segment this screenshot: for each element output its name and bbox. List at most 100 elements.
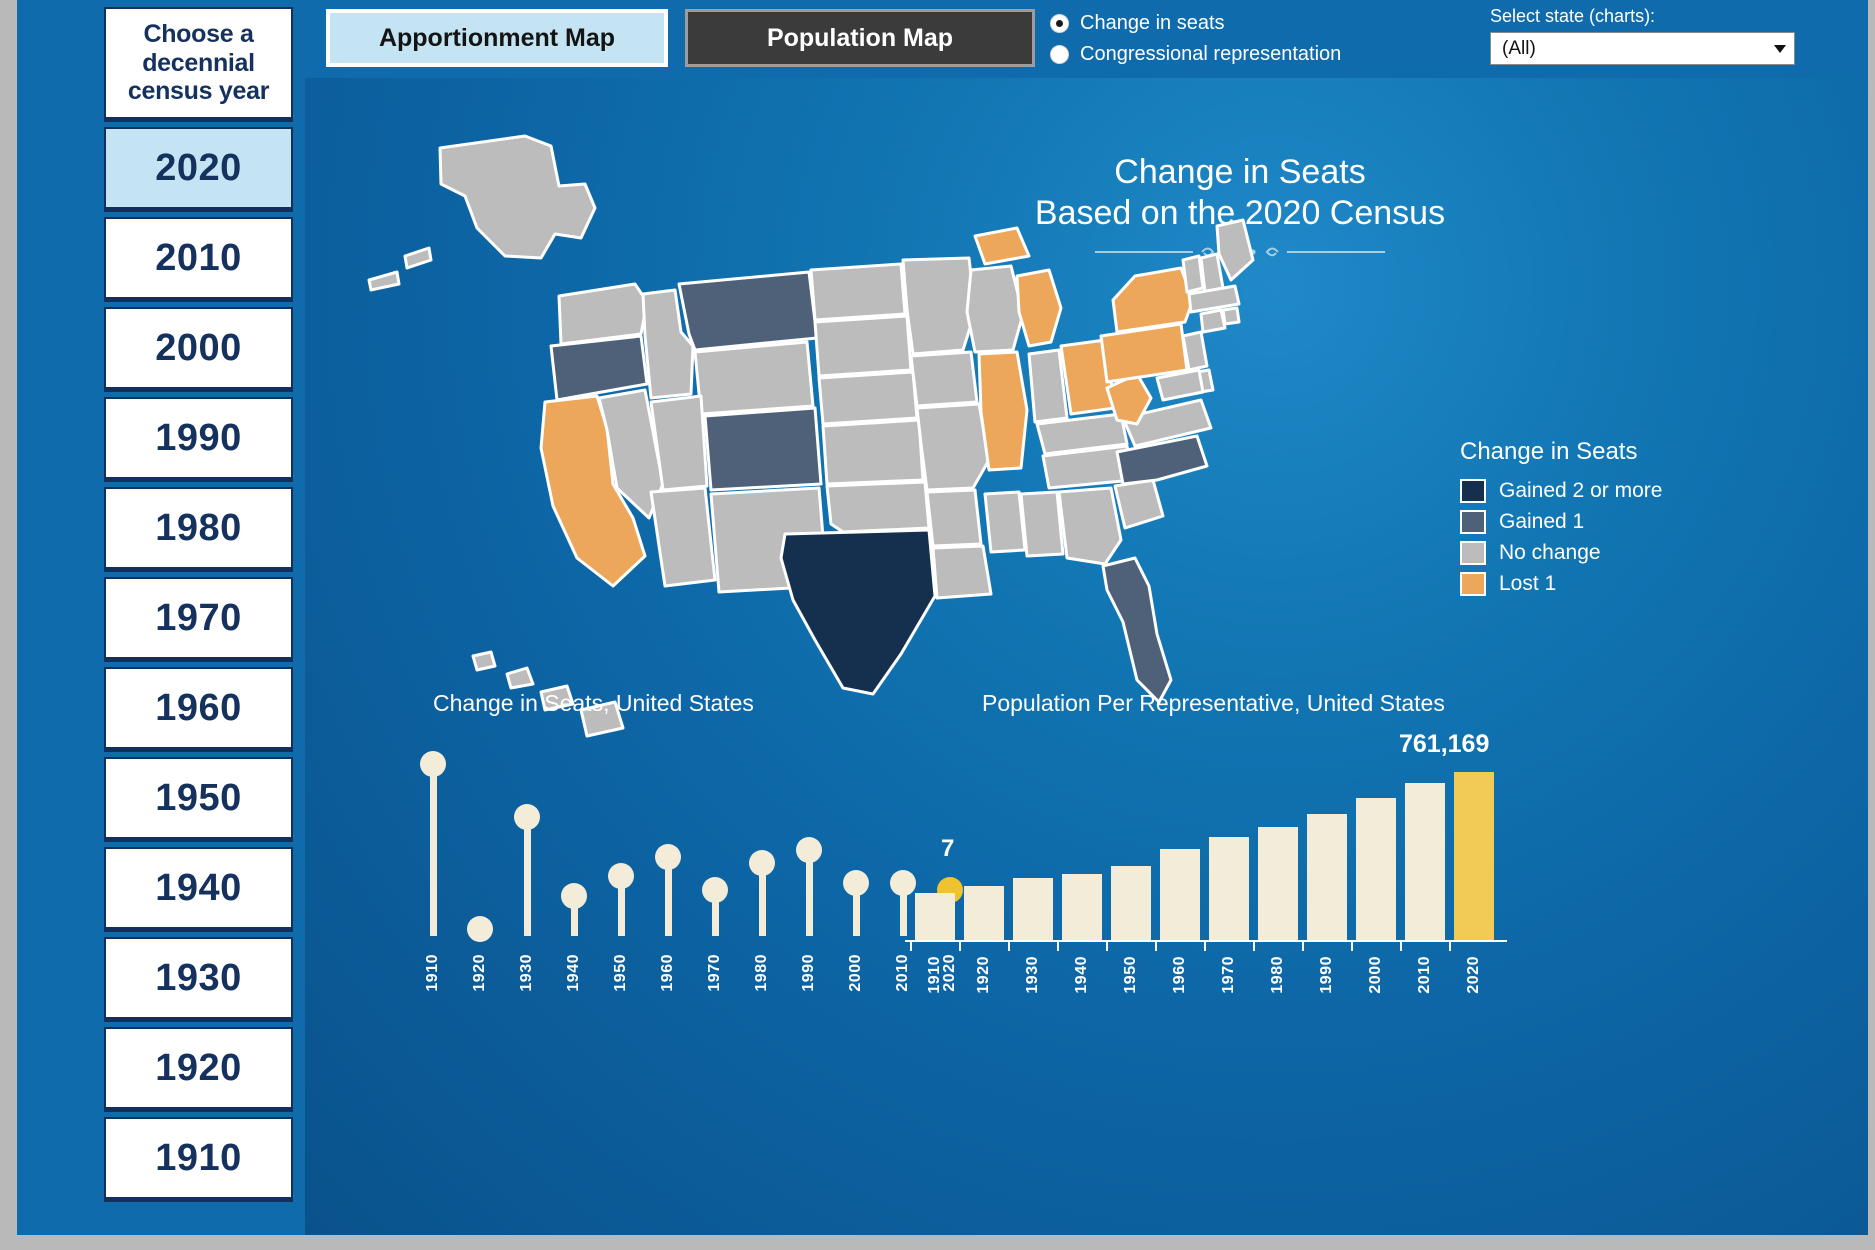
map-state-CT[interactable]: [1199, 308, 1227, 334]
map-state-SC[interactable]: [1113, 478, 1165, 530]
year-button-1940[interactable]: 1940: [104, 847, 293, 932]
map-state-NH[interactable]: [1199, 252, 1225, 294]
legend-row-0[interactable]: Gained 2 or more: [1460, 479, 1710, 503]
map-state-RI[interactable]: [1221, 306, 1241, 326]
lollipop-point-1930[interactable]: [514, 803, 540, 830]
map-state-NC[interactable]: [1115, 434, 1209, 486]
legend-row-1[interactable]: Gained 1: [1460, 510, 1710, 534]
bar-1960[interactable]: [1160, 849, 1200, 940]
legend-swatch-icon: [1460, 510, 1486, 534]
map-and-charts-stage: Change in Seats Based on the 2020 Census: [305, 78, 1868, 1235]
map-state-WY[interactable]: [693, 340, 815, 416]
map-state-WA[interactable]: [557, 282, 649, 346]
map-state-IA[interactable]: [909, 350, 979, 408]
lollipop-point-1920[interactable]: [467, 916, 493, 943]
x-axis-tick-mark: [1204, 942, 1206, 951]
bar-1980[interactable]: [1258, 827, 1298, 940]
x-axis-tick-1960: 1960: [1171, 956, 1188, 994]
x-axis-tick-1940: 1940: [1073, 956, 1090, 994]
legend-swatch-icon: [1460, 479, 1486, 503]
bar-1970[interactable]: [1209, 837, 1249, 940]
year-button-1950[interactable]: 1950: [104, 757, 293, 842]
lollipop-point-1970[interactable]: [702, 876, 728, 903]
year-button-1930[interactable]: 1930: [104, 937, 293, 1022]
map-state-MS[interactable]: [983, 490, 1027, 554]
map-state-MT[interactable]: [677, 270, 819, 352]
us-choropleth-map[interactable]: [345, 88, 1445, 768]
map-state-SD[interactable]: [813, 314, 913, 378]
radio-congressional-representation[interactable]: Congressional representation: [1050, 39, 1380, 70]
year-button-1970[interactable]: 1970: [104, 577, 293, 662]
year-button-2000[interactable]: 2000: [104, 307, 293, 392]
map-state-ME[interactable]: [1215, 218, 1255, 282]
bar-1950[interactable]: [1111, 866, 1151, 940]
bar-2010[interactable]: [1405, 783, 1445, 940]
lollipop-point-2000[interactable]: [843, 870, 869, 897]
year-button-2010[interactable]: 2010: [104, 217, 293, 302]
tab-apportionment-map[interactable]: Apportionment Map: [326, 9, 668, 67]
map-state-TX[interactable]: [779, 528, 937, 696]
year-button-1910[interactable]: 1910: [104, 1117, 293, 1202]
map-state-NJ[interactable]: [1181, 330, 1209, 372]
sidebar-header: Choose a decennial census year: [104, 7, 293, 122]
bar-2000[interactable]: [1356, 797, 1396, 940]
state-select-dropdown[interactable]: (All): [1490, 32, 1795, 65]
x-axis-tick-1920: 1920: [471, 954, 488, 992]
year-button-1990[interactable]: 1990: [104, 397, 293, 482]
map-state-LA[interactable]: [931, 544, 993, 600]
year-button-1960[interactable]: 1960: [104, 667, 293, 752]
x-axis-tick-1980: 1980: [753, 954, 770, 992]
bar-2020[interactable]: [1454, 772, 1494, 940]
map-state-NY[interactable]: [1111, 266, 1195, 334]
map-state-OK[interactable]: [825, 480, 931, 534]
bar-1940[interactable]: [1062, 873, 1102, 940]
map-state-AR[interactable]: [925, 488, 983, 548]
lollipop-point-1910[interactable]: [420, 751, 446, 777]
map-state-MN[interactable]: [901, 256, 977, 356]
map-state-AK[interactable]: [367, 134, 597, 292]
map-state-NE[interactable]: [817, 370, 919, 426]
map-state-OR[interactable]: [549, 334, 649, 402]
tab-population-map[interactable]: Population Map: [685, 9, 1035, 67]
x-axis-tick-mark: [910, 942, 912, 951]
bar-1920[interactable]: [964, 886, 1004, 940]
map-state-IL[interactable]: [977, 350, 1029, 472]
chart-population-per-representative[interactable]: 1910 1920 1930 1940 1950 1960 1970 1980 1990 2000…: [905, 728, 1585, 1058]
map-state-WI[interactable]: [965, 264, 1025, 354]
map-state-CO[interactable]: [703, 406, 823, 492]
map-state-ND[interactable]: [809, 262, 907, 322]
map-legend: Change in Seats Gained 2 or more Gained 1…: [1460, 438, 1710, 603]
legend-swatch-icon: [1460, 572, 1486, 596]
year-button-2020[interactable]: 2020: [104, 127, 293, 212]
lollipop-point-1950[interactable]: [608, 863, 634, 890]
radio-selected-icon: [1050, 14, 1069, 33]
map-state-IN[interactable]: [1027, 348, 1069, 424]
radio-change-in-seats[interactable]: Change in seats: [1050, 8, 1380, 39]
year-button-label: 1930: [155, 956, 242, 999]
year-button-label: 1990: [155, 416, 242, 459]
map-state-GA[interactable]: [1057, 486, 1123, 566]
map-legend-rows: Gained 2 or more Gained 1 No change Lost 1: [1460, 479, 1710, 596]
lollipop-point-1940[interactable]: [561, 883, 587, 910]
lollipop-point-1980[interactable]: [749, 850, 775, 877]
lollipop-point-1960[interactable]: [655, 843, 681, 870]
year-button-1980[interactable]: 1980: [104, 487, 293, 572]
year-button-1920[interactable]: 1920: [104, 1027, 293, 1112]
bar-1930[interactable]: [1013, 878, 1053, 940]
map-state-AZ[interactable]: [649, 486, 717, 588]
radio-change-in-seats-label: Change in seats: [1080, 12, 1225, 34]
x-axis-tick-mark: [1008, 942, 1010, 951]
legend-row-3[interactable]: Lost 1: [1460, 572, 1710, 596]
year-button-label: 1910: [155, 1136, 242, 1179]
map-state-FL[interactable]: [1101, 556, 1173, 704]
legend-swatch-icon: [1460, 541, 1486, 565]
legend-row-2[interactable]: No change: [1460, 541, 1710, 565]
map-state-KS[interactable]: [821, 418, 925, 486]
map-state-AL[interactable]: [1019, 490, 1065, 558]
bar-1990[interactable]: [1307, 813, 1347, 940]
lollipop-point-1990[interactable]: [796, 837, 822, 863]
bar-1910[interactable]: [915, 893, 955, 940]
map-state-MO[interactable]: [915, 402, 991, 492]
year-button-label: 2010: [155, 236, 242, 279]
x-axis-tick-1930: 1930: [518, 954, 535, 992]
